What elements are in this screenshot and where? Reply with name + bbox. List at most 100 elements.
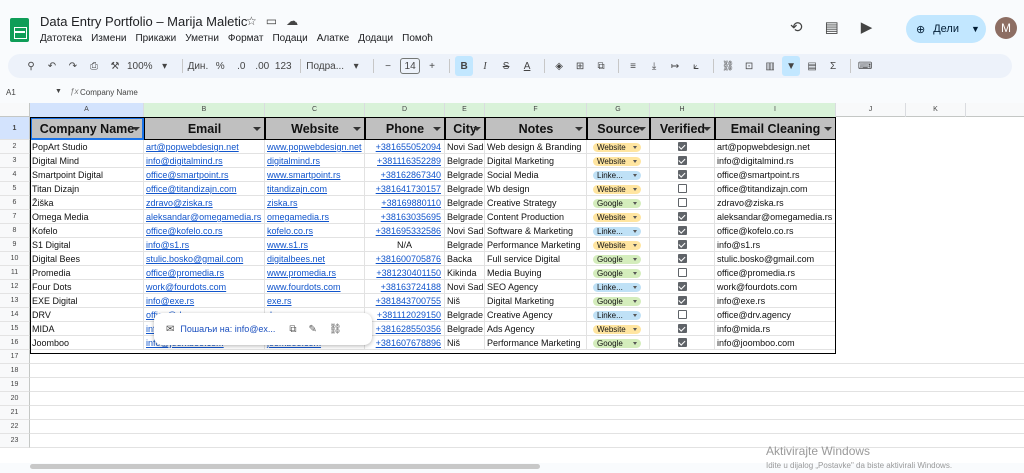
row-header[interactable]: 17 bbox=[0, 350, 30, 364]
checkbox-checked-icon[interactable] bbox=[677, 282, 687, 291]
email-cell[interactable]: info@digitalmind.rs bbox=[144, 154, 265, 168]
input-tools-icon[interactable]: ⌨ bbox=[856, 56, 874, 76]
row-header[interactable]: 12 bbox=[0, 280, 30, 294]
email-cleaning-cell[interactable]: info@exe.rs bbox=[715, 294, 836, 308]
checkbox-checked-icon[interactable] bbox=[677, 338, 687, 347]
column-header-j[interactable]: J bbox=[836, 103, 906, 117]
website-cell[interactable]: www.fourdots.com bbox=[265, 280, 365, 294]
source-cell[interactable]: Linke... bbox=[587, 308, 650, 322]
name-box-dropdown-icon[interactable]: ▼ bbox=[55, 88, 62, 95]
row-header[interactable]: 22 bbox=[0, 420, 30, 434]
source-chip[interactable]: Linke... bbox=[593, 283, 641, 292]
history-icon[interactable]: ⟲ bbox=[790, 18, 803, 36]
notes-cell[interactable]: Software & Marketing bbox=[485, 224, 587, 238]
row-header[interactable]: 1 bbox=[0, 117, 30, 140]
source-chip[interactable]: Google bbox=[593, 339, 641, 348]
phone-cell[interactable]: +381641730157 bbox=[365, 182, 445, 196]
insert-chart-icon[interactable]: ▥ bbox=[761, 56, 779, 76]
checkbox-checked-icon[interactable] bbox=[677, 226, 687, 235]
filter-dropdown-icon[interactable] bbox=[132, 127, 140, 131]
website-cell[interactable]: www.popwebdesign.net bbox=[265, 140, 365, 154]
row-header[interactable]: 16 bbox=[0, 336, 30, 350]
column-header-d[interactable]: D bbox=[365, 103, 445, 117]
header-cell-website[interactable]: Website bbox=[265, 117, 365, 140]
source-chip[interactable]: Website bbox=[593, 185, 641, 194]
row-header[interactable]: 9 bbox=[0, 238, 30, 252]
website-cell[interactable]: omegamedia.rs bbox=[265, 210, 365, 224]
website-cell[interactable]: www.smartpoint.rs bbox=[265, 168, 365, 182]
empty-row[interactable] bbox=[30, 364, 1024, 378]
phone-cell[interactable]: +381112029150 bbox=[365, 308, 445, 322]
company-cell[interactable]: Omega Media bbox=[30, 210, 144, 224]
empty-row[interactable] bbox=[30, 378, 1024, 392]
formula-input[interactable]: Company Name bbox=[80, 88, 138, 97]
sheets-logo-icon[interactable] bbox=[10, 18, 29, 42]
website-cell[interactable]: ziska.rs bbox=[265, 196, 365, 210]
company-cell[interactable]: S1 Digital bbox=[30, 238, 144, 252]
phone-cell[interactable]: +381116352289 bbox=[365, 154, 445, 168]
functions-icon[interactable]: Σ bbox=[824, 56, 842, 76]
menu-item[interactable]: Уметни bbox=[185, 33, 219, 44]
source-chip[interactable]: Linke... bbox=[593, 311, 641, 320]
city-cell[interactable]: Novi Sad bbox=[445, 140, 485, 154]
row-header[interactable]: 23 bbox=[0, 434, 30, 448]
row-header[interactable]: 15 bbox=[0, 322, 30, 336]
menu-item[interactable]: Алатке bbox=[317, 33, 349, 44]
spreadsheet-grid[interactable]: ABCDEFGHIJK Company Name Email Website Phon… bbox=[0, 103, 1024, 463]
city-cell[interactable]: Belgrade bbox=[445, 210, 485, 224]
checkbox-checked-icon[interactable] bbox=[677, 324, 687, 333]
city-cell[interactable]: Belgrade bbox=[445, 168, 485, 182]
checkbox-unchecked-icon[interactable] bbox=[677, 310, 687, 319]
row-header[interactable]: 2 bbox=[0, 140, 30, 154]
city-cell[interactable]: Belgrade bbox=[445, 196, 485, 210]
column-header-a[interactable]: A bbox=[30, 103, 144, 117]
column-header-g[interactable]: G bbox=[587, 103, 650, 117]
row-header[interactable]: 18 bbox=[0, 364, 30, 378]
email-cleaning-cell[interactable]: work@fourdots.com bbox=[715, 280, 836, 294]
city-cell[interactable]: Niš bbox=[445, 294, 485, 308]
city-cell[interactable]: Belgrade bbox=[445, 238, 485, 252]
name-box[interactable]: A1 bbox=[6, 88, 16, 97]
email-cell[interactable]: art@popwebdesign.net bbox=[144, 140, 265, 154]
font-size-increase-button[interactable]: + bbox=[423, 56, 441, 76]
checkbox-checked-icon[interactable] bbox=[677, 254, 687, 263]
checkbox-checked-icon[interactable] bbox=[677, 296, 687, 305]
source-cell[interactable]: Linke... bbox=[587, 168, 650, 182]
source-cell[interactable]: Google bbox=[587, 196, 650, 210]
email-cell[interactable]: info@s1.rs bbox=[144, 238, 265, 252]
print-icon[interactable]: ⎙ bbox=[85, 56, 103, 76]
text-color-button[interactable]: A bbox=[518, 56, 536, 76]
source-cell[interactable]: Google bbox=[587, 252, 650, 266]
source-chip[interactable]: Website bbox=[593, 241, 641, 250]
currency-format-button[interactable]: Дин. bbox=[188, 56, 209, 76]
source-chip[interactable]: Website bbox=[593, 143, 641, 152]
row-header[interactable]: 21 bbox=[0, 406, 30, 420]
notes-cell[interactable]: Content Production bbox=[485, 210, 587, 224]
email-cell[interactable]: work@fourdots.com bbox=[144, 280, 265, 294]
header-cell-city[interactable]: City bbox=[445, 117, 485, 140]
source-cell[interactable]: Google bbox=[587, 266, 650, 280]
source-chip[interactable]: Website bbox=[593, 157, 641, 166]
city-cell[interactable]: Novi Sad bbox=[445, 224, 485, 238]
email-cleaning-cell[interactable]: stulic.bosko@gmail.com bbox=[715, 252, 836, 266]
percent-format-button[interactable]: % bbox=[211, 56, 229, 76]
website-cell[interactable]: www.promedia.rs bbox=[265, 266, 365, 280]
phone-cell[interactable]: +38163724188 bbox=[365, 280, 445, 294]
email-cell[interactable]: stulic.bosko@gmail.com bbox=[144, 252, 265, 266]
website-cell[interactable]: kofelo.co.rs bbox=[265, 224, 365, 238]
filter-dropdown-icon[interactable] bbox=[253, 127, 261, 131]
header-cell-verified[interactable]: Verified bbox=[650, 117, 715, 140]
website-cell[interactable]: digitalmind.rs bbox=[265, 154, 365, 168]
row-header[interactable]: 20 bbox=[0, 392, 30, 406]
share-button[interactable]: ⊕ Дели ▼ bbox=[906, 15, 986, 43]
company-cell[interactable]: Kofelo bbox=[30, 224, 144, 238]
decrease-decimal-button[interactable]: .0 bbox=[232, 56, 250, 76]
filter-dropdown-icon[interactable] bbox=[824, 127, 832, 131]
source-chip[interactable]: Google bbox=[593, 297, 641, 306]
empty-row[interactable] bbox=[30, 406, 1024, 420]
verified-cell[interactable] bbox=[650, 266, 715, 280]
checkbox-checked-icon[interactable] bbox=[677, 142, 687, 151]
notes-cell[interactable]: Full service Digital bbox=[485, 252, 587, 266]
verified-cell[interactable] bbox=[650, 336, 715, 350]
company-cell[interactable]: Joomboo bbox=[30, 336, 144, 350]
